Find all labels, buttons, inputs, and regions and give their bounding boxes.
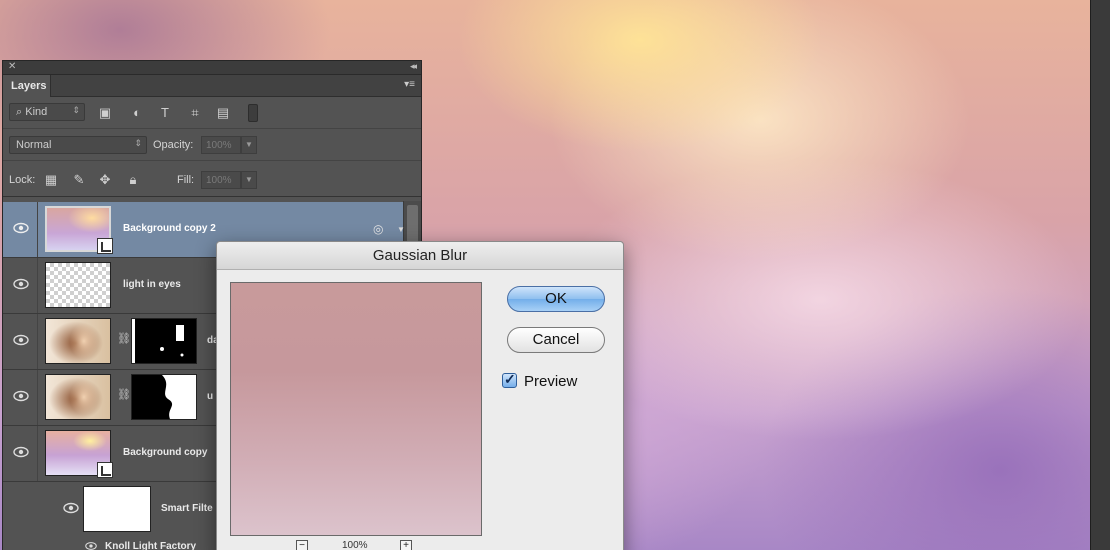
layer-thumbnail[interactable]	[45, 374, 111, 420]
type-filter-icon[interactable]: T	[157, 105, 173, 121]
shape-filter-icon[interactable]: ⌗	[187, 105, 203, 121]
filter-item-label: Knoll Light Factory	[105, 541, 197, 550]
eye-icon[interactable]	[13, 446, 29, 458]
blend-row: Normal ⇕ Opacity: 100% ▼	[3, 129, 421, 161]
layer-name: light in eyes	[123, 279, 181, 290]
visibility-divider	[37, 258, 38, 313]
preview-checkbox[interactable]	[502, 371, 517, 388]
layer-mask-thumbnail[interactable]	[131, 374, 197, 420]
kind-label: Kind	[25, 106, 48, 118]
filter-toggle[interactable]	[248, 104, 258, 122]
lock-row: Lock: ▦ ✎ ✥ 🔒︎ Fill: 100% ▼	[3, 161, 421, 197]
dropdown-arrows-icon: ⇕	[134, 138, 142, 148]
fill-input[interactable]: 100%	[201, 171, 241, 189]
panel-menu-icon[interactable]: ▾≡	[404, 79, 415, 90]
visibility-divider	[37, 426, 38, 481]
scroll-down-icon[interactable]: ▼	[397, 225, 405, 234]
visibility-divider	[37, 314, 38, 369]
layer-name: Background copy 2	[123, 223, 216, 234]
blend-mode-value: Normal	[16, 139, 52, 151]
filter-row: ⌕ Kind ⇕ ▣ ◐ T ⌗ ▤	[3, 97, 421, 129]
smart-object-icon	[97, 462, 113, 478]
eye-icon[interactable]	[13, 334, 29, 346]
zoom-controls: − 100% +	[230, 540, 482, 550]
fill-label: Fill:	[177, 174, 195, 186]
eye-icon[interactable]	[13, 222, 29, 234]
layer-name: u	[207, 391, 214, 402]
cancel-button[interactable]: Cancel	[507, 327, 605, 353]
zoom-in-button[interactable]: +	[400, 540, 412, 550]
layer-thumbnail[interactable]	[45, 318, 111, 364]
blend-mode-dropdown[interactable]: Normal ⇕	[9, 136, 147, 154]
preview-label: Preview	[524, 373, 578, 390]
layer-name: Background copy	[123, 447, 208, 458]
layer-mask-thumbnail[interactable]	[131, 318, 197, 364]
close-panel-icon[interactable]: ✕	[8, 61, 16, 72]
lock-label: Lock:	[9, 174, 36, 186]
smart-filter-icon[interactable]: ◎	[373, 222, 383, 236]
visibility-divider	[37, 370, 38, 425]
smart-object-icon	[97, 238, 113, 254]
link-chain-icon[interactable]: ⛓︎	[117, 332, 131, 345]
zoom-level: 100%	[342, 540, 368, 550]
opacity-label: Opacity:	[153, 139, 194, 151]
workspace-edge	[1090, 0, 1110, 550]
gaussian-blur-dialog: Gaussian Blur − 100% + OK Cancel Preview	[216, 241, 624, 550]
zoom-out-button[interactable]: −	[296, 540, 308, 550]
opacity-input[interactable]: 100%	[201, 136, 241, 154]
link-chain-icon[interactable]: ⛓︎	[117, 388, 131, 401]
eye-icon[interactable]	[13, 278, 29, 290]
panel-tabbar: Layers ▾≡	[3, 75, 421, 97]
adjustment-filter-icon[interactable]: ◐	[129, 105, 145, 121]
opacity-dropdown-icon[interactable]: ▼	[241, 136, 257, 154]
pixel-filter-icon[interactable]: ▣	[97, 105, 113, 121]
eye-icon[interactable]	[63, 502, 79, 514]
dialog-title: Gaussian Blur	[217, 242, 623, 270]
ok-button[interactable]: OK	[507, 286, 605, 312]
visibility-divider	[37, 202, 38, 257]
fill-dropdown-icon[interactable]: ▼	[241, 171, 257, 189]
lock-all-icon[interactable]: 🔒︎	[125, 172, 141, 188]
smart-object-filter-icon[interactable]: ▤	[215, 105, 231, 121]
search-icon: ⌕	[16, 106, 23, 118]
tab-layers[interactable]: Layers	[3, 75, 51, 97]
layer-thumbnail[interactable]	[45, 262, 111, 308]
lock-position-icon[interactable]: ✥	[97, 172, 113, 188]
blur-preview[interactable]	[230, 282, 482, 536]
panel-header: ✕ ◂◂	[3, 61, 421, 75]
lock-brush-icon[interactable]: ✎	[71, 172, 87, 188]
eye-icon[interactable]	[13, 390, 29, 402]
lock-transparency-icon[interactable]: ▦	[43, 172, 59, 188]
eye-icon[interactable]	[85, 541, 97, 550]
smart-filter-mask-thumbnail[interactable]	[83, 486, 151, 532]
smart-filters-label: Smart Filte	[161, 503, 213, 514]
collapse-panel-icon[interactable]: ◂◂	[410, 61, 417, 72]
kind-filter-dropdown[interactable]: ⌕ Kind ⇕	[9, 103, 85, 121]
dropdown-arrows-icon: ⇕	[72, 105, 80, 115]
